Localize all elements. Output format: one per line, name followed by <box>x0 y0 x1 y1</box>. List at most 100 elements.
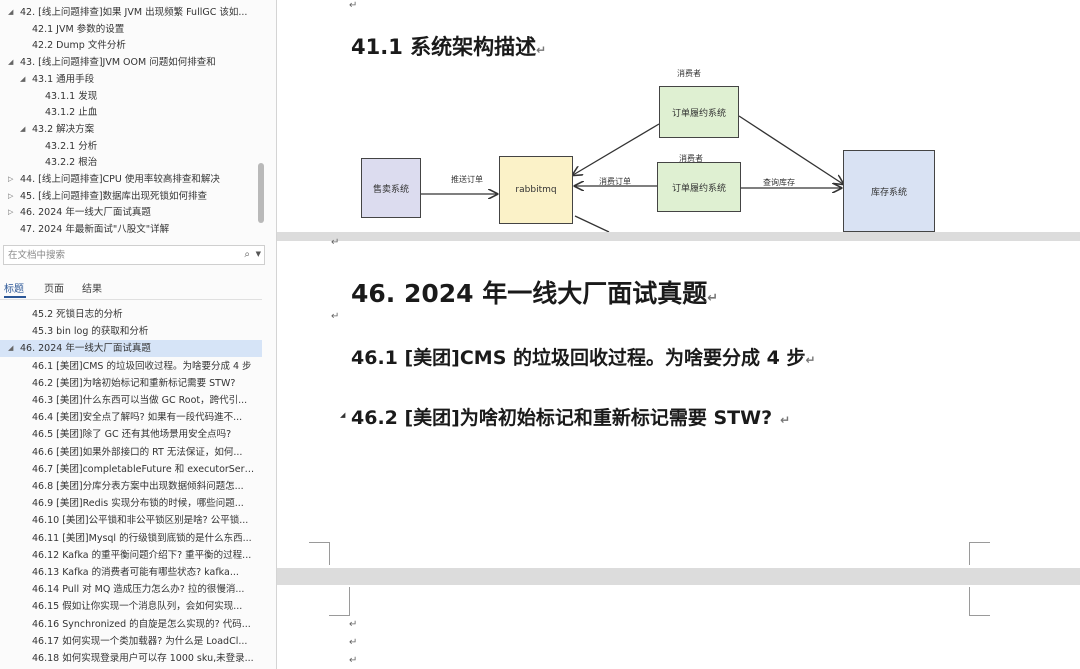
toc-item-label: 44. [线上问题排查]CPU 使用率较高排查和解决 <box>20 174 220 185</box>
toc-item[interactable]: 43.2.1 分析 <box>0 138 262 155</box>
navigation-pane: ◢ 42. [线上问题排查]如果 JVM 出现频繁 FullGC 该如... 42.… <box>0 0 277 669</box>
toc-item[interactable]: 46.4 [美团]安全点了解吗? 如果有一段代码進不... <box>0 409 262 426</box>
expand-arrow-icon[interactable]: ◢ <box>20 71 25 88</box>
toc-item-label: 42.2 Dump 文件分析 <box>32 40 126 52</box>
tab-results[interactable]: 结果 <box>82 280 102 295</box>
toc-item[interactable]: 45.3 bin log 的获取和分析 <box>0 323 262 340</box>
toc-item[interactable]: ◢ 43.2 解决方案 <box>0 121 262 138</box>
toc-item-label: 43.2 解决方案 <box>32 123 95 135</box>
toc-item[interactable]: ▷ 46. 2024 年一线大厂面试真题 <box>0 204 262 221</box>
collapse-arrow-icon[interactable]: ▷ <box>8 188 13 205</box>
toc-item[interactable]: 46.14 Pull 对 MQ 造成压力怎么办? 拉的很慢消... <box>0 581 262 598</box>
toc-scrollbar[interactable] <box>258 163 264 223</box>
diagram-box-sales: 售卖系统 <box>361 158 421 218</box>
document-page: ↵ ↵ ↵ <box>277 585 1080 669</box>
diagram-box-order-mid: 订单履约系统 <box>657 162 741 212</box>
expand-arrow-icon[interactable]: ◢ <box>20 121 25 138</box>
collapse-arrow-icon[interactable]: ◢ <box>340 411 345 419</box>
collapse-arrow-icon[interactable]: ▷ <box>8 171 13 188</box>
toc-item[interactable]: 43.1.2 止血 <box>0 104 262 121</box>
toc-item[interactable]: 46.6 [美团]如果外部接口的 RT 无法保证，如何... <box>0 444 262 461</box>
heading-46: 46. 2024 年一线大厂面试真题↵ <box>351 279 719 308</box>
active-tab-indicator <box>4 296 26 298</box>
toc-item[interactable]: ◢ 42. [线上问题排查]如果 JVM 出现频繁 FullGC 该如... <box>0 4 262 21</box>
diagram-label: 推送订单 <box>451 175 483 184</box>
toc-item[interactable]: ▷ 44. [线上问题排查]CPU 使用率较高排查和解决 <box>0 171 262 188</box>
toc-item-label: 46.1 [美团]CMS 的垃圾回收过程。为啥要分成 4 步 <box>32 360 252 372</box>
toc-item-label: 46.10 [美团]公平锁和非公平锁区别是啥? 公平锁... <box>32 515 249 527</box>
document-area: ↵ 41.1 系统架构描述↵ 售卖系统 rabbitmq 订单履约系统 订单履约… <box>277 0 1080 669</box>
tab-pages[interactable]: 页面 <box>44 280 64 295</box>
toc-item-label: 46. 2024 年一线大厂面试真题 <box>20 207 151 219</box>
toc-item-label: 46.5 [美团]除了 GC 还有其他场景用安全点吗? <box>32 429 232 441</box>
toc-item-label: 42.1 JVM 参数的设置 <box>32 23 125 35</box>
toc-item[interactable]: 46.2 [美团]为啥初始标记和重新标记需要 STW? <box>0 375 262 392</box>
toc-item-label: 46.12 Kafka 的重平衡问题介绍下? 重平衡的过程... <box>32 549 252 561</box>
toc-item-label: 42. [线上问题排查]如果 JVM 出现频繁 FullGC 该如... <box>20 7 248 18</box>
expand-arrow-icon[interactable]: ◢ <box>8 54 13 71</box>
diagram-box-rabbitmq: rabbitmq <box>499 156 573 224</box>
toc-item[interactable]: 47. 2024 年最新面试"八股文"详解 <box>0 221 262 238</box>
toc-item-label: 46.6 [美团]如果外部接口的 RT 无法保证，如何... <box>32 446 243 458</box>
toc-item[interactable]: 46.10 [美团]公平锁和非公平锁区别是啥? 公平锁... <box>0 512 262 529</box>
toc-item-label: 46.13 Kafka 的消费者可能有哪些状态? kafka... <box>32 567 239 578</box>
collapse-arrow-icon[interactable]: ▷ <box>8 204 13 221</box>
toc-item[interactable]: 46.1 [美团]CMS 的垃圾回收过程。为啥要分成 4 步 <box>0 358 262 375</box>
toc-item[interactable]: ◢ 46. 2024 年一线大厂面试真题 <box>0 340 262 358</box>
document-page: ↵ 46. 2024 年一线大厂面试真题↵ ↵ 46.1 [美团]CMS 的垃圾… <box>277 237 1080 568</box>
toc-item[interactable]: 46.15 假如让你实现一个消息队列，会如何实现... <box>0 598 262 615</box>
tab-headings[interactable]: 标题 <box>4 280 24 295</box>
toc-item[interactable]: 43.1.1 发现 <box>0 88 262 105</box>
page-gap <box>277 568 1080 585</box>
divider <box>0 299 262 300</box>
search-icon[interactable]: ⌕ <box>244 249 250 260</box>
toc-item-label: 46.15 假如让你实现一个消息队列，会如何实现... <box>32 601 243 613</box>
page-corner-mark <box>329 587 350 616</box>
paragraph-mark: ↵ <box>349 637 358 648</box>
toc-item-label: 46.18 如何实现登录用户可以存 1000 sku,未登录... <box>32 653 254 664</box>
toc-item-label: 43.1.2 止血 <box>45 107 98 119</box>
toc-item-label: 45.3 bin log 的获取和分析 <box>32 326 149 338</box>
toc-item[interactable]: 46.16 Synchronized 的自旋是怎么实现的? 代码... <box>0 616 262 633</box>
toc-item[interactable]: 46.13 Kafka 的消费者可能有哪些状态? kafka... <box>0 564 262 581</box>
toc-item-label: 46.17 如何实现一个类加载器? 为什么是 LoadCl... <box>32 635 248 647</box>
toc-item[interactable]: 46.17 如何实现一个类加载器? 为什么是 LoadCl... <box>0 633 262 650</box>
page-gap <box>277 232 1080 241</box>
toc-item[interactable]: ◢ 43. [线上问题排查]JVM OOM 问题如何排查和 <box>0 54 262 71</box>
paragraph-mark: ↵ <box>349 0 358 11</box>
page-corner-mark <box>969 542 990 565</box>
toc-item[interactable]: 46.11 [美团]Mysql 的行级锁到底锁的是什么东西... <box>0 530 262 547</box>
toc-item[interactable]: 46.3 [美团]什么东西可以当做 GC Root，跨代引... <box>0 392 262 409</box>
toc-item[interactable]: 42.1 JVM 参数的设置 <box>0 21 262 38</box>
paragraph-mark: ↵ <box>349 619 358 630</box>
toc-item-label: 43.2.2 根治 <box>45 157 98 169</box>
toc-item[interactable]: 46.7 [美团]completableFuture 和 executorSer… <box>0 461 262 478</box>
toc-item-label: 46.9 [美团]Redis 实现分布锁的时候，哪些问题... <box>32 498 244 510</box>
heading-46-1: 46.1 [美团]CMS 的垃圾回收过程。为啥要分成 4 步↵ <box>351 347 816 369</box>
diagram-box-order-top: 订单履约系统 <box>659 86 739 138</box>
nav-tabs: 标题 页面 结果 <box>0 276 262 298</box>
search-input[interactable] <box>8 248 228 262</box>
page-corner-mark <box>309 542 330 565</box>
toc-item-label: 43.2.1 分析 <box>45 140 98 152</box>
toc-item[interactable]: 45.2 死锁日志的分析 <box>0 306 262 323</box>
toc-item[interactable]: 46.8 [美团]分库分表方案中出现数据倾斜问题怎... <box>0 478 262 495</box>
toc-item-label: 43.1 通用手段 <box>32 73 95 85</box>
toc-item[interactable]: 46.9 [美团]Redis 实现分布锁的时候，哪些问题... <box>0 495 262 512</box>
toc-item[interactable]: 42.2 Dump 文件分析 <box>0 37 262 54</box>
toc-item[interactable]: 46.18 如何实现登录用户可以存 1000 sku,未登录... <box>0 650 262 667</box>
diagram-label: 消费者 <box>677 69 701 78</box>
toc-item[interactable]: ▷ 45. [线上问题排查]数据库出现死锁如何排查 <box>0 188 262 205</box>
section-heading: 41.1 系统架构描述↵ <box>351 35 547 59</box>
expand-arrow-icon[interactable]: ◢ <box>8 340 13 357</box>
toc-item-label: 46.11 [美团]Mysql 的行级锁到底锁的是什么东西... <box>32 532 252 544</box>
diagram-label: 消费订单 <box>599 177 631 186</box>
toc-item[interactable]: 46.5 [美团]除了 GC 还有其他场景用安全点吗? <box>0 426 262 443</box>
diagram-label: 查询库存 <box>763 178 795 187</box>
toc-item-label: 47. 2024 年最新面试"八股文"详解 <box>20 224 170 236</box>
toc-item[interactable]: ◢ 43.1 通用手段 <box>0 71 262 88</box>
chevron-down-icon[interactable]: ▼ <box>256 250 261 258</box>
toc-item[interactable]: 43.2.2 根治 <box>0 154 262 171</box>
expand-arrow-icon[interactable]: ◢ <box>8 4 13 21</box>
toc-item[interactable]: 46.12 Kafka 的重平衡问题介绍下? 重平衡的过程... <box>0 547 262 564</box>
